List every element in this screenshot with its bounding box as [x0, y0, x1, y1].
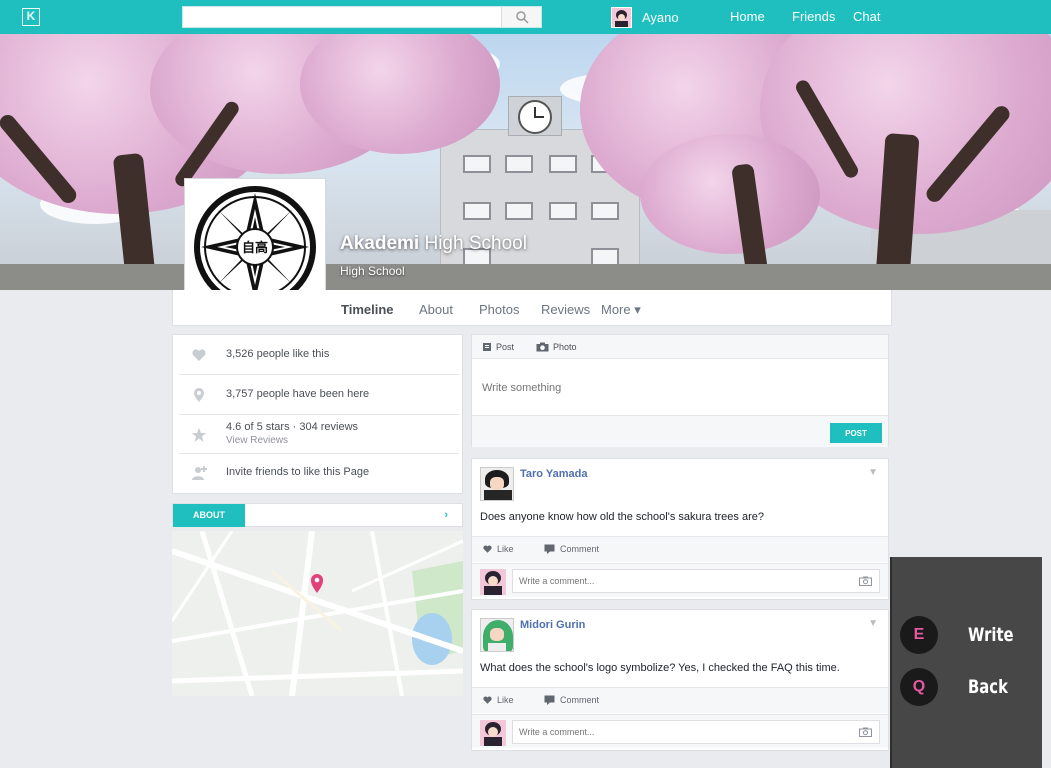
comment-input[interactable] — [512, 569, 880, 593]
page-info-card: 3,526 people like this 3,757 people have… — [172, 334, 463, 494]
comment-icon — [544, 544, 555, 554]
like-label: Like — [497, 544, 514, 554]
post-composer: Post Photo POST — [471, 334, 889, 447]
commenter-avatar — [480, 720, 506, 746]
write-label: Write — [968, 624, 1014, 646]
feed-post: Midori Gurin ▼ What does the school's lo… — [471, 609, 889, 751]
search-button[interactable] — [501, 7, 541, 27]
comment-button[interactable]: Comment — [544, 544, 599, 554]
comment-button[interactable]: Comment — [544, 695, 599, 705]
map-graphic — [172, 531, 463, 696]
likes-count: 3,526 people like this — [226, 348, 330, 360]
nav-home[interactable]: Home — [730, 9, 765, 24]
comment-label: Comment — [560, 544, 600, 554]
post-author-name[interactable]: Midori Gurin — [520, 619, 585, 631]
comment-label: Comment — [560, 695, 600, 705]
heart-icon — [483, 696, 492, 704]
commenter-avatar — [480, 569, 506, 595]
composer-tab-post[interactable]: Post — [482, 342, 514, 352]
post-author-name[interactable]: Taro Yamada — [520, 468, 587, 480]
top-bar: K Ayano Home Friends Chat — [0, 0, 1051, 34]
page-title: Akademi High School — [340, 233, 527, 255]
rating-text: 4.6 of 5 stars · 304 reviews — [226, 421, 359, 433]
post-author-avatar[interactable] — [480, 467, 514, 501]
page-category: High School — [340, 264, 405, 278]
user-avatar — [611, 6, 632, 28]
search-icon — [516, 11, 529, 24]
page-title-bold: Akademi — [340, 233, 420, 254]
logo-text: 自高 — [242, 240, 268, 256]
app-logo-icon[interactable]: K — [22, 8, 40, 26]
location-pin-icon — [194, 388, 204, 402]
tab-reviews[interactable]: Reviews — [541, 302, 590, 317]
key-e-icon: E — [900, 616, 938, 654]
composer-tab-photo[interactable]: Photo — [536, 342, 577, 352]
post-actions: Like Comment — [472, 687, 888, 713]
post-message: Does anyone know how old the school's sa… — [480, 511, 764, 523]
like-button[interactable]: Like — [482, 544, 514, 554]
key-q-icon: Q — [900, 668, 938, 706]
invite-text: Invite friends to like this Page — [226, 466, 370, 478]
tab-timeline[interactable]: Timeline — [341, 302, 394, 317]
comment-composer — [472, 714, 888, 748]
clock-icon — [518, 100, 552, 134]
camera-icon — [536, 342, 549, 352]
about-section-header[interactable]: ABOUT › — [172, 503, 463, 527]
post-author-avatar[interactable] — [480, 618, 514, 652]
search-box[interactable] — [182, 6, 542, 28]
composer-photo-label: Photo — [553, 342, 577, 352]
like-label: Like — [497, 695, 514, 705]
back-control[interactable]: Q Back — [900, 668, 1008, 706]
page-title-rest: High School — [419, 233, 527, 254]
post-message: What does the school's logo symbolize? Y… — [480, 662, 840, 674]
user-profile-link[interactable]: Ayano — [611, 6, 679, 28]
back-label: Back — [968, 676, 1008, 698]
post-icon — [483, 343, 491, 351]
tab-photos[interactable]: Photos — [479, 302, 519, 317]
user-name: Ayano — [642, 9, 679, 25]
invite-friends-icon — [192, 466, 207, 480]
like-button[interactable]: Like — [482, 695, 514, 705]
nav-friends[interactable]: Friends — [792, 9, 835, 24]
camera-icon[interactable] — [859, 576, 872, 586]
search-input[interactable] — [183, 7, 501, 27]
invite-row[interactable]: Invite friends to like this Page — [173, 453, 463, 493]
controls-hint-panel: E Write Q Back — [890, 557, 1042, 768]
location-map[interactable] — [172, 531, 463, 696]
view-reviews-link[interactable]: View Reviews — [226, 435, 288, 446]
tab-more[interactable]: More ▾ — [601, 302, 641, 318]
about-tab[interactable]: ABOUT — [173, 504, 245, 527]
star-icon — [192, 428, 206, 442]
camera-icon[interactable] — [859, 727, 872, 737]
comment-input[interactable] — [512, 720, 880, 744]
heart-icon — [192, 349, 206, 361]
likes-row[interactable]: 3,526 people like this — [173, 335, 463, 375]
chevron-right-icon[interactable]: › — [444, 509, 448, 521]
page-tab-bar: Timeline About Photos Reviews More ▾ — [172, 290, 892, 326]
composer-input[interactable] — [472, 360, 888, 415]
visits-count: 3,757 people have been here — [226, 388, 370, 400]
comment-icon — [544, 695, 555, 705]
rating-row[interactable]: 4.6 of 5 stars · 304 reviews View Review… — [173, 413, 463, 453]
visits-row[interactable]: 3,757 people have been here — [173, 375, 463, 415]
nav-chat[interactable]: Chat — [853, 9, 880, 24]
write-control[interactable]: E Write — [900, 616, 1014, 654]
post-options-chevron-icon[interactable]: ▼ — [868, 467, 878, 478]
feed-post: Taro Yamada ▼ Does anyone know how old t… — [471, 458, 889, 600]
composer-tabs: Post Photo — [472, 335, 888, 359]
post-actions: Like Comment — [472, 536, 888, 562]
clock-tower — [508, 96, 562, 136]
heart-icon — [483, 545, 492, 553]
composer-footer: POST — [472, 415, 888, 447]
comment-composer — [472, 563, 888, 597]
tab-about[interactable]: About — [419, 302, 453, 317]
post-button[interactable]: POST — [830, 423, 882, 443]
post-options-chevron-icon[interactable]: ▼ — [868, 618, 878, 629]
composer-post-label: Post — [496, 342, 515, 352]
